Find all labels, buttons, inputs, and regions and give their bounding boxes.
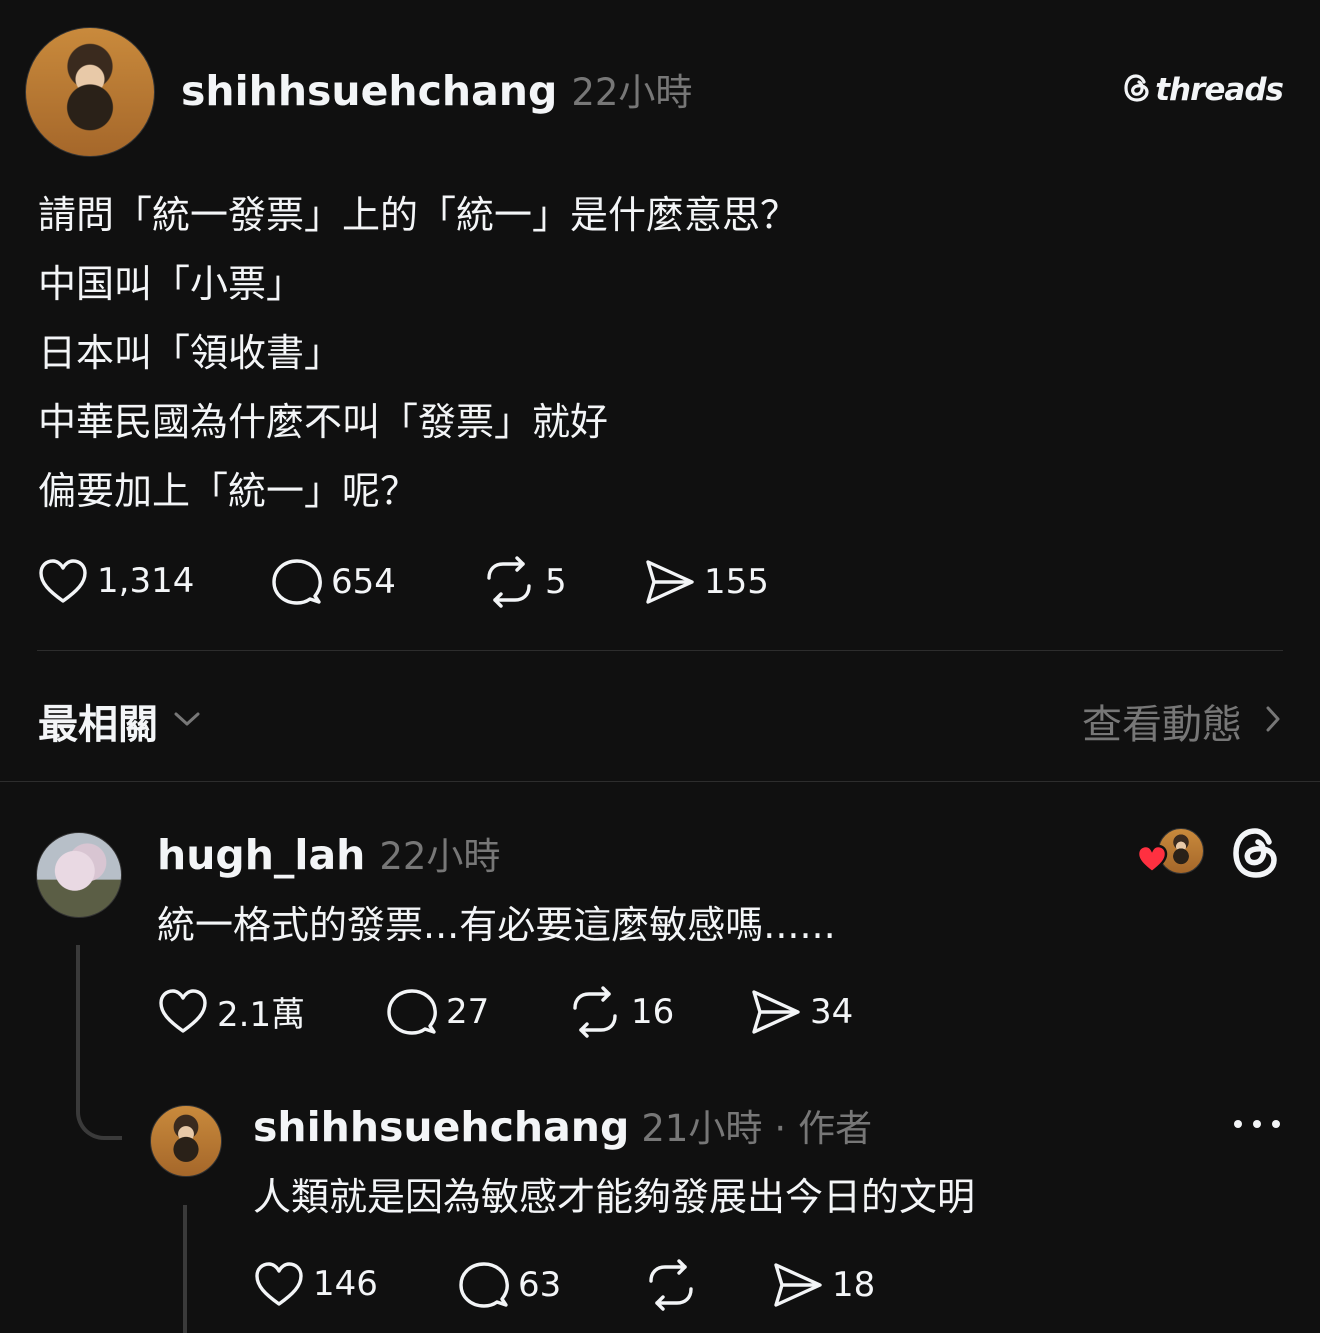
post-header: shihhsuehchang 22小時 bbox=[181, 62, 692, 116]
nested-share-count: 18 bbox=[832, 1265, 876, 1305]
post-comment-count: 654 bbox=[331, 562, 396, 602]
repost-icon bbox=[643, 1259, 699, 1311]
reply-comment-button[interactable]: 27 bbox=[386, 986, 489, 1038]
post-comment-button[interactable]: 654 bbox=[271, 556, 396, 608]
section-divider bbox=[0, 781, 1320, 782]
send-icon bbox=[644, 556, 696, 608]
nested-reply-avatar[interactable] bbox=[150, 1105, 222, 1177]
reply-time: 22小時 bbox=[379, 835, 501, 878]
post-repost-count: 5 bbox=[545, 562, 567, 602]
threads-logo[interactable]: threads bbox=[1123, 72, 1284, 108]
sort-label: 最相關 bbox=[38, 702, 158, 748]
reply-text: 統一格式的發票...有必要這麼敏感嗎...... bbox=[157, 903, 836, 947]
heart-icon bbox=[253, 1259, 305, 1309]
heart-icon bbox=[157, 986, 209, 1036]
nested-reply-time: 21小時 bbox=[641, 1107, 763, 1150]
heart-icon bbox=[37, 556, 89, 606]
post-like-count: 1,314 bbox=[97, 561, 195, 601]
post-share-button[interactable]: 155 bbox=[644, 556, 769, 608]
post-line: 中華民國為什麼不叫「發票」就好 bbox=[38, 400, 609, 444]
nested-reply-header: shihhsuehchang 21小時 · 作者 bbox=[253, 1098, 872, 1152]
nested-comment-count: 63 bbox=[518, 1265, 562, 1305]
more-options-icon[interactable] bbox=[1232, 1114, 1282, 1138]
reply-comment-count: 27 bbox=[446, 992, 490, 1032]
nested-comment-button[interactable]: 63 bbox=[458, 1259, 561, 1311]
author-avatar[interactable] bbox=[25, 27, 155, 157]
reply-header: hugh_lah 22小時 bbox=[157, 826, 500, 880]
post-body: 請問「統一發票」上的「統一」是什麼意思？ 中国叫「小票」 日本叫「領收書」 中華… bbox=[38, 181, 798, 526]
divider bbox=[37, 650, 1283, 651]
threads-logo-icon bbox=[1123, 73, 1151, 107]
nested-like-count: 146 bbox=[313, 1264, 378, 1304]
reply-username[interactable]: hugh_lah bbox=[157, 831, 365, 879]
chevron-down-icon bbox=[172, 709, 202, 733]
post-line: 偏要加上「統一」呢？ bbox=[38, 469, 419, 513]
post-line: 中国叫「小票」 bbox=[38, 262, 305, 306]
post-share-count: 155 bbox=[704, 562, 769, 602]
heart-filled-icon bbox=[1136, 844, 1168, 878]
dot-separator: · bbox=[774, 1107, 787, 1150]
comment-icon bbox=[458, 1259, 510, 1311]
reply-share-count: 34 bbox=[810, 992, 854, 1032]
send-icon bbox=[772, 1259, 824, 1311]
nested-reply-text: 人類就是因為敏感才能夠發展出今日的文明 bbox=[253, 1175, 976, 1219]
repost-icon bbox=[567, 986, 623, 1038]
nested-thread-line bbox=[183, 1205, 187, 1333]
nested-repost-button[interactable] bbox=[643, 1259, 699, 1311]
comment-icon bbox=[271, 556, 323, 608]
comment-icon bbox=[386, 986, 438, 1038]
thread-line bbox=[76, 945, 122, 1140]
author-tag: 作者 bbox=[798, 1107, 873, 1150]
repost-icon bbox=[481, 556, 537, 608]
sort-dropdown[interactable]: 最相關 bbox=[38, 692, 202, 750]
reply-repost-count: 16 bbox=[631, 992, 675, 1032]
post-line: 日本叫「領收書」 bbox=[38, 331, 343, 375]
liked-by-author-badge bbox=[1136, 826, 1208, 878]
reply-share-button[interactable]: 34 bbox=[750, 986, 853, 1038]
reply-like-count: 2.1萬 bbox=[217, 994, 306, 1035]
nested-like-button[interactable]: 146 bbox=[253, 1259, 378, 1309]
nested-reply-username[interactable]: shihhsuehchang bbox=[253, 1103, 629, 1151]
post-like-button[interactable]: 1,314 bbox=[37, 556, 194, 606]
threads-logo-text: threads bbox=[1155, 72, 1284, 108]
view-activity-link[interactable]: 查看動態 bbox=[1082, 692, 1282, 750]
author-username[interactable]: shihhsuehchang bbox=[181, 67, 557, 115]
send-icon bbox=[750, 986, 802, 1038]
post-time: 22小時 bbox=[571, 71, 693, 114]
view-activity-label: 查看動態 bbox=[1082, 702, 1242, 748]
nested-share-button[interactable]: 18 bbox=[772, 1259, 875, 1311]
reply-repost-button[interactable]: 16 bbox=[567, 986, 674, 1038]
post-line: 請問「統一發票」上的「統一」是什麼意思？ bbox=[38, 193, 799, 237]
post-repost-button[interactable]: 5 bbox=[481, 556, 567, 608]
chevron-right-icon bbox=[1264, 704, 1282, 738]
reply-like-button[interactable]: 2.1萬 bbox=[157, 986, 305, 1036]
reply-avatar[interactable] bbox=[36, 832, 122, 918]
threads-icon[interactable] bbox=[1230, 826, 1282, 884]
